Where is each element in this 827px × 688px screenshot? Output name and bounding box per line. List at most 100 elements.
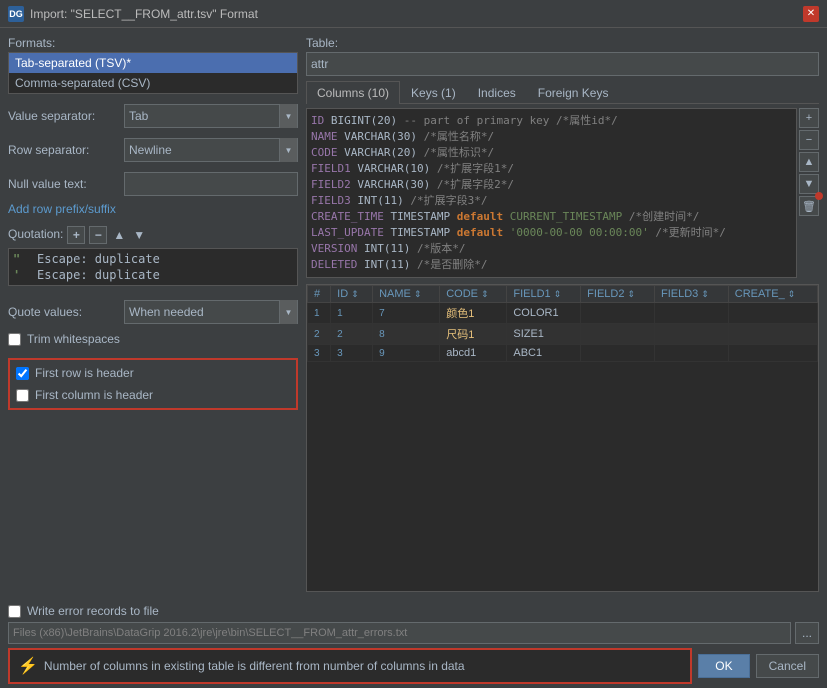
cell-id-2: 8: [373, 324, 440, 345]
trim-whitespaces-checkbox[interactable]: [8, 333, 21, 346]
ok-button[interactable]: OK: [698, 654, 749, 678]
left-panel: Formats: Tab-separated (TSV)* Comma-sepa…: [8, 36, 298, 592]
table-label: Table:: [306, 36, 819, 50]
cell-name-2: 尺码1: [440, 324, 507, 345]
quotation-rows: " Escape: duplicate ' Escape: duplicate: [8, 248, 298, 286]
action-buttons: OK Cancel: [698, 654, 819, 678]
col-header-rownum: #: [308, 286, 331, 303]
cell-field2-2: [654, 324, 728, 345]
first-row-header-label: First row is header: [35, 366, 134, 380]
col-header-name: NAME ⇕: [373, 286, 440, 303]
write-error-label: Write error records to file: [27, 604, 159, 618]
tab-columns[interactable]: Columns (10): [306, 81, 400, 104]
first-row-header-checkbox[interactable]: [16, 367, 29, 380]
cell-code-1: COLOR1: [507, 303, 581, 324]
quotation-add-btn[interactable]: +: [67, 226, 85, 244]
sql-panel[interactable]: ID BIGINT(20) -- part of primary key /*属…: [306, 108, 797, 278]
col-header-id: ID ⇕: [331, 286, 373, 303]
warning-icon: ⚡: [18, 656, 38, 676]
warning-and-actions: ⚡ Number of columns in existing table is…: [8, 648, 819, 684]
table-section: Table:: [306, 36, 819, 76]
col-header-field2: FIELD2 ⇕: [581, 286, 655, 303]
cell-rownum-1: 1: [308, 303, 331, 324]
sql-line-3: CODE VARCHAR(20) /*属性标识*/: [311, 145, 792, 161]
formats-label: Formats:: [8, 36, 298, 50]
remove-column-btn[interactable]: −: [799, 130, 819, 150]
first-column-header-checkbox[interactable]: [16, 389, 29, 402]
null-value-label: Null value text:: [8, 177, 118, 191]
first-row-header-row: First row is header: [16, 364, 290, 382]
cancel-button[interactable]: Cancel: [756, 654, 819, 678]
tabs-bar: Columns (10) Keys (1) Indices Foreign Ke…: [306, 80, 819, 104]
sql-line-8: LAST_UPDATE TIMESTAMP default '0000-00-0…: [311, 225, 792, 241]
close-button[interactable]: ✕: [803, 6, 819, 22]
warning-row: ⚡ Number of columns in existing table is…: [8, 648, 692, 684]
cell-num-3: 3: [331, 345, 373, 362]
write-error-checkbox[interactable]: [8, 605, 21, 618]
quotation-remove-btn[interactable]: −: [89, 226, 107, 244]
sql-line-4: FIELD1 VARCHAR(10) /*扩展字段1*/: [311, 161, 792, 177]
format-item-tsv[interactable]: Tab-separated (TSV)*: [9, 53, 297, 73]
add-column-btn[interactable]: +: [799, 108, 819, 128]
right-panel: Table: Columns (10) Keys (1) Indices For…: [306, 36, 819, 592]
value-separator-select-wrap[interactable]: Tab Comma Semicolon ▼: [124, 104, 298, 128]
value-separator-row: Value separator: Tab Comma Semicolon ▼: [8, 104, 298, 128]
row-separator-select[interactable]: Newline \r\n: [125, 139, 279, 161]
cell-id-1: 7: [373, 303, 440, 324]
quotation-down-btn[interactable]: ▼: [131, 228, 147, 242]
row-separator-row: Row separator: Newline \r\n ▼: [8, 138, 298, 162]
cell-rownum-3: 3: [308, 345, 331, 362]
table-name-input[interactable]: [306, 52, 819, 76]
quotation-up-btn[interactable]: ▲: [111, 228, 127, 242]
cell-rownum-2: 2: [308, 324, 331, 345]
sql-side-buttons: + − ▲ ▼ 🗑: [799, 108, 819, 278]
quote-values-label: Quote values:: [8, 305, 118, 319]
col-header-create: CREATE_ ⇕: [728, 286, 817, 303]
quote-values-arrow: ▼: [279, 300, 297, 324]
sql-line-5: FIELD2 VARCHAR(30) /*扩展字段2*/: [311, 177, 792, 193]
quote-values-select[interactable]: When needed Always Never: [125, 301, 279, 323]
tab-indices[interactable]: Indices: [467, 81, 527, 104]
quote-char-single: ': [13, 268, 29, 282]
quote-values-row: Quote values: When needed Always Never ▼: [8, 300, 298, 324]
format-item-csv[interactable]: Comma-separated (CSV): [9, 73, 297, 93]
first-column-header-row: First column is header: [16, 386, 290, 404]
quote-values-select-wrap[interactable]: When needed Always Never ▼: [124, 300, 298, 324]
value-separator-select[interactable]: Tab Comma Semicolon: [125, 105, 279, 127]
cell-field1-2: [581, 324, 655, 345]
trim-whitespaces-row: Trim whitespaces: [8, 330, 298, 348]
main-content: Formats: Tab-separated (TSV)* Comma-sepa…: [0, 28, 827, 600]
row-separator-select-wrap[interactable]: Newline \r\n ▼: [124, 138, 298, 162]
sql-line-6: FIELD3 INT(11) /*扩展字段3*/: [311, 193, 792, 209]
header-options-box: First row is header First column is head…: [8, 358, 298, 410]
col-header-field3: FIELD3 ⇕: [654, 286, 728, 303]
error-badge: [815, 192, 823, 200]
data-table-wrap: # ID ⇕ NAME ⇕ CODE ⇕ FIELD1 ⇕ FIELD2 ⇕ F…: [306, 284, 819, 592]
table-row: 1 1 7 颜色1 COLOR1: [308, 303, 818, 324]
quotation-header: Quotation: + − ▲ ▼: [8, 226, 298, 244]
tab-keys[interactable]: Keys (1): [400, 81, 467, 104]
format-list: Tab-separated (TSV)* Comma-separated (CS…: [8, 52, 298, 94]
sql-line-10: DELETED INT(11) /*是否删除*/: [311, 257, 792, 273]
quotation-section: Quotation: + − ▲ ▼ " Escape: duplicate '…: [8, 226, 298, 286]
formats-section: Formats: Tab-separated (TSV)* Comma-sepa…: [8, 36, 298, 94]
move-up-btn[interactable]: ▲: [799, 152, 819, 172]
cell-field1-3: [581, 345, 655, 362]
table-header-row: # ID ⇕ NAME ⇕ CODE ⇕ FIELD1 ⇕ FIELD2 ⇕ F…: [308, 286, 818, 303]
cell-field3-3: [728, 345, 817, 362]
warning-text: Number of columns in existing table is d…: [44, 659, 682, 673]
dialog-title: Import: "SELECT__FROM_attr.tsv" Format: [30, 7, 258, 21]
quotation-label: Quotation:: [8, 227, 63, 241]
table-row: 3 3 9 abcd1 ABC1: [308, 345, 818, 362]
browse-button[interactable]: ...: [795, 622, 819, 644]
quote-escape-single: Escape: duplicate: [37, 268, 160, 282]
row-separator-arrow: ▼: [279, 138, 297, 162]
null-value-input[interactable]: [124, 172, 298, 196]
move-down-btn[interactable]: ▼: [799, 174, 819, 194]
tab-foreign-keys[interactable]: Foreign Keys: [527, 81, 620, 104]
quotation-row-double: " Escape: duplicate: [13, 251, 293, 267]
error-file-input[interactable]: [8, 622, 791, 644]
add-row-prefix-link[interactable]: Add row prefix/suffix: [8, 202, 298, 216]
dialog-body: Formats: Tab-separated (TSV)* Comma-sepa…: [0, 28, 827, 688]
first-column-header-label: First column is header: [35, 388, 153, 402]
